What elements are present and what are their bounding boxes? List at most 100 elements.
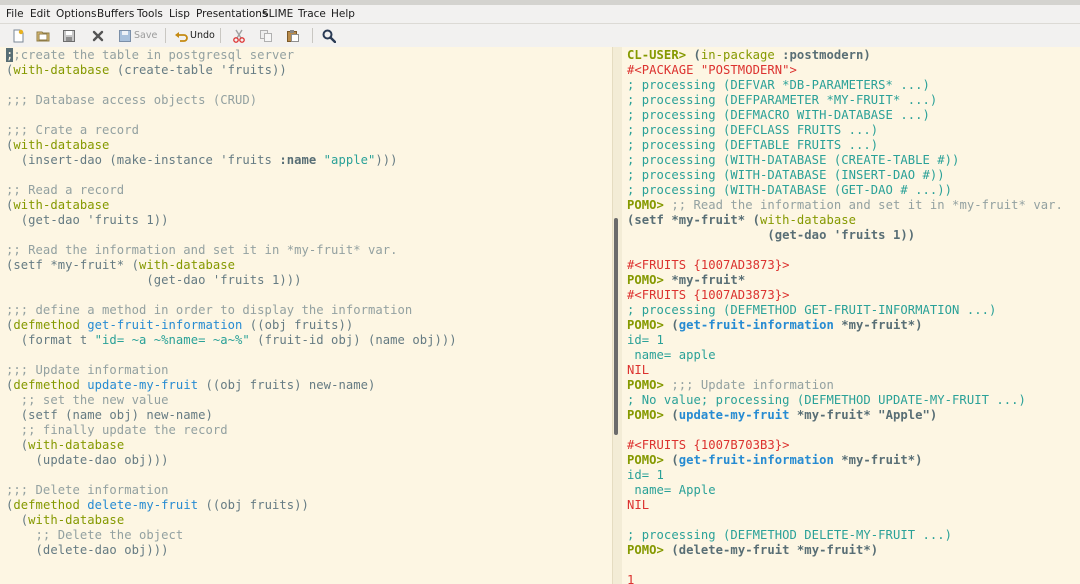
repl-line: #<FRUITS {1007AD3873}>	[627, 258, 790, 273]
menu-bar: File Edit Options Buffers Tools Lisp Pre…	[0, 5, 1080, 24]
open-file-icon	[36, 31, 50, 41]
code-token: (	[671, 318, 679, 332]
editor-line: (defmethod update-my-fruit ((obj fruits)…	[6, 378, 375, 393]
repl-line: POMO> ;;; Update information	[627, 378, 834, 393]
search-button[interactable]	[322, 27, 336, 44]
repl-line: ; processing (DEFMETHOD GET-FRUIT-INFORM…	[627, 303, 996, 318]
code-token: ; processing (DEFMETHOD DELETE-MY-FRUIT …	[627, 528, 953, 542]
editor-line: (defmethod get-fruit-information ((obj f…	[6, 318, 353, 333]
code-token: get-fruit-information	[678, 318, 834, 332]
editor-line: ;;create the table in postgresql server	[6, 48, 294, 63]
cut-button[interactable]	[232, 27, 246, 44]
code-token: ((obj fruits) new-name)	[198, 378, 376, 392]
repl-line: id= 1	[627, 468, 664, 483]
code-token: POMO>	[627, 408, 672, 422]
menu-presentations[interactable]: Presentations	[196, 8, 267, 20]
code-token: ;;; Crate a record	[6, 123, 139, 137]
undo-button[interactable]: Undo	[174, 27, 215, 44]
code-token: (	[671, 453, 679, 467]
paste-icon	[287, 29, 299, 42]
menu-tools[interactable]: Tools	[137, 8, 163, 20]
repl-line: id= 1	[627, 333, 664, 348]
repl-line: ; processing (WITH-DATABASE (CREATE-TABL…	[627, 153, 959, 168]
menu-edit[interactable]: Edit	[30, 8, 50, 20]
editor-line: (update-dao obj)))	[6, 453, 169, 468]
code-token: #<FRUITS {1007B703B3}>	[627, 438, 790, 452]
repl-line: name= apple	[627, 348, 716, 363]
open-file-button[interactable]	[36, 27, 50, 44]
editor-line: (with-database	[6, 138, 109, 153]
editor-line: (with-database	[6, 438, 124, 453]
repl-pane[interactable]: CL-USER> (in-package :postmodern) #<PACKA…	[622, 47, 1080, 584]
editor-line: ;; finally update the record	[6, 423, 228, 438]
code-token: ;;; define a method in order to display …	[6, 303, 413, 317]
editor-line: (insert-dao (make-instance 'fruits :name…	[6, 153, 398, 168]
code-token: get-fruit-information	[87, 318, 243, 332]
code-token: 1	[627, 573, 635, 584]
code-token: POMO>	[627, 378, 672, 392]
editor-line: ;; Read the information and set it in *m…	[6, 243, 398, 258]
code-token: ;; finally update the record	[6, 423, 228, 437]
code-token: POMO>	[627, 198, 672, 212]
code-token: with-database	[28, 513, 125, 527]
repl-line: POMO> *my-fruit*	[627, 273, 745, 288]
code-token: ;; Read a record	[6, 183, 125, 197]
repl-line: POMO> (get-fruit-information *my-fruit*)	[627, 318, 923, 333]
editor-line: ;;; Delete information	[6, 483, 169, 498]
menu-file[interactable]: File	[6, 8, 24, 20]
code-token: ((obj fruits))	[198, 498, 309, 512]
code-token: ; processing (WITH-DATABASE (INSERT-DAO …	[627, 168, 945, 182]
paste-button[interactable]	[286, 27, 300, 44]
editor-line: (get-dao 'fruits 1))	[6, 213, 169, 228]
code-token: with-database	[28, 438, 125, 452]
repl-line: POMO> (delete-my-fruit *my-fruit*)	[627, 543, 878, 558]
repl-line: ; processing (DEFTABLE FRUITS ...)	[627, 138, 878, 153]
code-token: )))	[375, 153, 398, 167]
save-disk-icon	[63, 29, 75, 42]
repl-line: #<FRUITS {1007AD3873}>	[627, 288, 790, 303]
code-token: ;; Delete the object	[6, 528, 184, 542]
close-icon	[92, 30, 104, 41]
repl-line: 1	[627, 573, 634, 584]
code-token: *my-fruit* "Apple")	[789, 408, 938, 422]
menu-lisp[interactable]: Lisp	[169, 8, 190, 20]
save-button[interactable]: Save	[118, 27, 157, 44]
code-token: (delete-my-fruit *my-fruit*)	[671, 543, 879, 557]
code-token: with-database	[13, 138, 110, 152]
scrollbar-thumb[interactable]	[614, 218, 618, 435]
new-file-button[interactable]	[11, 27, 25, 44]
code-token: ((obj fruits))	[242, 318, 354, 332]
copy-button[interactable]	[259, 27, 273, 44]
dired-button[interactable]	[62, 27, 76, 44]
code-token: POMO>	[627, 543, 672, 557]
code-token: *my-fruit*)	[833, 453, 923, 467]
code-token: update-my-fruit	[678, 408, 790, 422]
code-token: ; processing (WITH-DATABASE (GET-DAO # .…	[627, 183, 953, 197]
editor-line: (format t "id= ~a ~%name= ~a~%" (fruit-i…	[6, 333, 457, 348]
menu-buffers[interactable]: Buffers	[97, 8, 134, 20]
menu-slime[interactable]: SLIME	[262, 8, 293, 20]
close-buffer-button[interactable]	[91, 27, 105, 44]
code-token: :postmodern)	[774, 48, 871, 62]
code-token: (	[6, 513, 29, 527]
code-token: ;;; Update information	[6, 363, 169, 377]
code-token: (	[6, 438, 29, 452]
code-token: #<FRUITS {1007AD3873}>	[627, 258, 790, 272]
code-token: POMO>	[627, 453, 672, 467]
code-token: ;create the table in postgresql server	[13, 48, 295, 62]
repl-line: POMO> (get-fruit-information *my-fruit*)	[627, 453, 923, 468]
menu-options[interactable]: Options	[56, 8, 97, 20]
repl-line: POMO> ;; Read the information and set it…	[627, 198, 1063, 213]
code-token: (fruit-id obj) (name obj)))	[249, 333, 457, 347]
code-token: ; processing (DEFMETHOD GET-FRUIT-INFORM…	[627, 303, 997, 317]
editor-line: (with-database (create-table 'fruits))	[6, 63, 287, 78]
code-token: ; processing (WITH-DATABASE (CREATE-TABL…	[627, 153, 960, 167]
menu-trace[interactable]: Trace	[298, 8, 326, 20]
code-token: update-my-fruit	[87, 378, 199, 392]
code-token: with-database	[759, 213, 857, 227]
editor-pane[interactable]: ;;create the table in postgresql server(…	[0, 47, 612, 584]
code-token: delete-my-fruit	[87, 498, 199, 512]
editor-line: ;; Read a record	[6, 183, 124, 198]
menu-help[interactable]: Help	[331, 8, 355, 20]
